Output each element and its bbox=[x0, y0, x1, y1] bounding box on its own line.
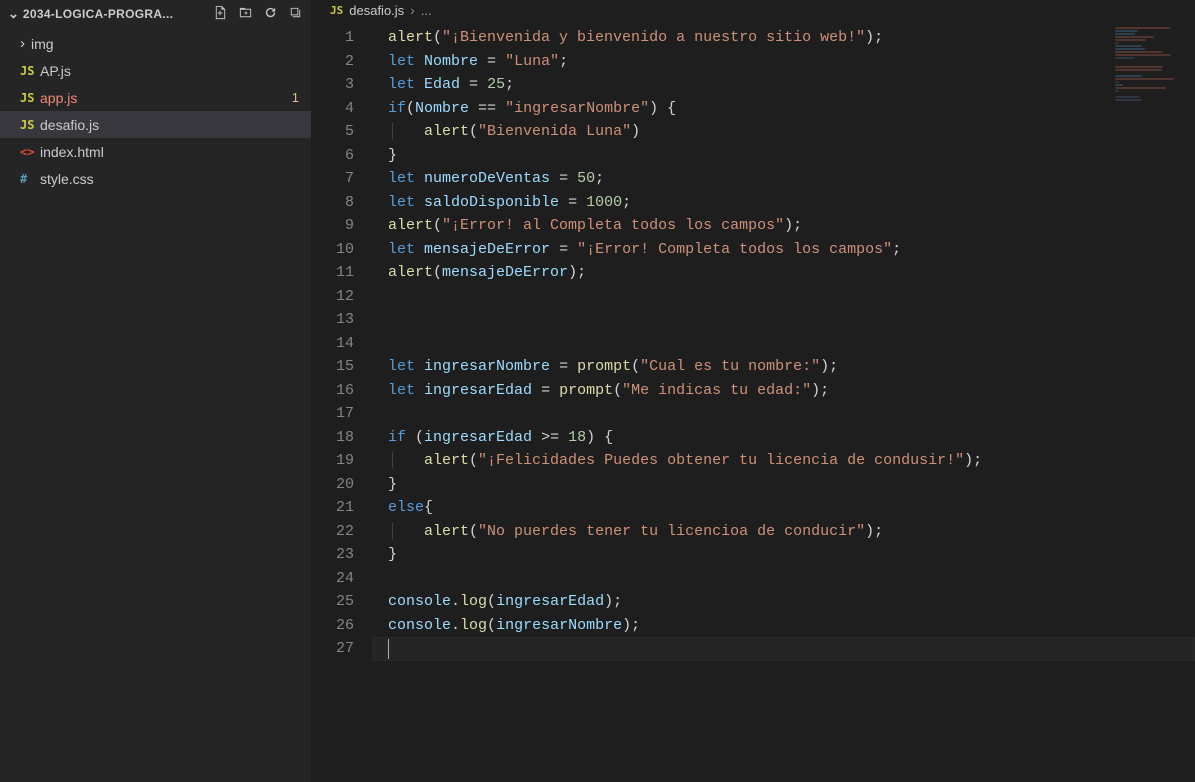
code-area[interactable]: alert("¡Bienvenida y bienvenido a nuestr… bbox=[372, 26, 1195, 782]
refresh-icon[interactable] bbox=[263, 5, 278, 23]
editor-pane: JS desafio.js › ... 12345678910111213141… bbox=[312, 0, 1195, 782]
js-icon: JS bbox=[20, 118, 40, 132]
chevron-down-icon: ⌄ bbox=[8, 6, 19, 22]
new-file-icon[interactable] bbox=[213, 5, 228, 23]
explorer-actions bbox=[213, 5, 307, 23]
new-folder-icon[interactable] bbox=[238, 5, 253, 23]
tree-file-app[interactable]: JS app.js 1 bbox=[0, 84, 311, 111]
js-icon: JS bbox=[330, 4, 343, 17]
error-badge: 1 bbox=[292, 90, 311, 105]
breadcrumb-file[interactable]: desafio.js bbox=[349, 3, 404, 18]
tree-folder-img[interactable]: › img bbox=[0, 30, 311, 57]
tree-file-index[interactable]: <> index.html bbox=[0, 138, 311, 165]
file-explorer: ⌄ 2034-LOGICA-PROGRA... › img JS AP.js bbox=[0, 0, 312, 782]
explorer-header[interactable]: ⌄ 2034-LOGICA-PROGRA... bbox=[0, 0, 311, 28]
breadcrumb[interactable]: JS desafio.js › ... bbox=[312, 0, 1195, 20]
chevron-right-icon: › bbox=[410, 2, 415, 18]
tree-file-desafio[interactable]: JS desafio.js bbox=[0, 111, 311, 138]
html-icon: <> bbox=[20, 145, 40, 159]
chevron-right-icon: › bbox=[20, 35, 25, 52]
collapse-all-icon[interactable] bbox=[288, 5, 303, 23]
tree-file-style[interactable]: # style.css bbox=[0, 165, 311, 192]
project-title: 2034-LOGICA-PROGRA... bbox=[23, 7, 213, 21]
tree-file-ap[interactable]: JS AP.js bbox=[0, 57, 311, 84]
js-icon: JS bbox=[20, 91, 40, 105]
code-editor[interactable]: 1234567891011121314151617181920212223242… bbox=[312, 20, 1195, 782]
minimap[interactable] bbox=[1113, 26, 1191, 136]
line-gutter: 1234567891011121314151617181920212223242… bbox=[312, 26, 372, 782]
js-icon: JS bbox=[20, 64, 40, 78]
file-tree: › img JS AP.js JS app.js 1 JS desafio.js… bbox=[0, 28, 311, 192]
breadcrumb-tail[interactable]: ... bbox=[421, 3, 432, 18]
text-cursor bbox=[388, 639, 389, 659]
css-icon: # bbox=[20, 172, 40, 186]
